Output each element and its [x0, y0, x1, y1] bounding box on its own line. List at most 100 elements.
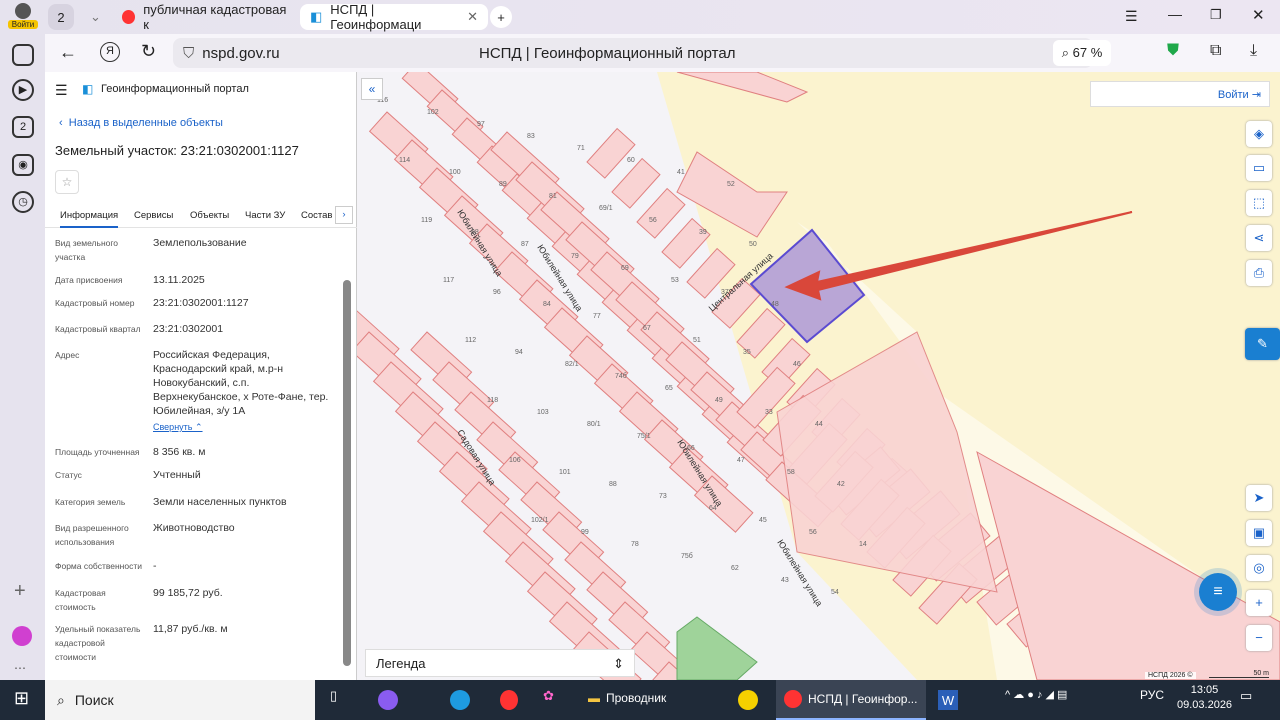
login-button[interactable]: Войти ⇥ — [1090, 81, 1270, 107]
house-number: 101 — [559, 469, 571, 476]
tab-title: НСПД | Геоинформаци — [330, 2, 422, 32]
geolocation-icon[interactable]: ◎ — [1246, 555, 1272, 581]
start-button[interactable]: ⊞ — [14, 688, 29, 709]
tabs-dropdown[interactable]: ⌄ — [80, 4, 111, 30]
word-icon[interactable]: W — [938, 690, 958, 710]
house-number: 83 — [527, 133, 535, 140]
navigate-icon[interactable]: ➤ — [1246, 485, 1272, 511]
zoom-value: 67 % — [1072, 45, 1103, 60]
search-box[interactable]: ⌕ Поиск — [45, 680, 315, 720]
sidebar-tabs-count[interactable]: 2 — [12, 116, 34, 138]
object-info-panel: ☰ ◧ Геоинформационный портал ‹ Назад в в… — [45, 72, 357, 680]
yandex-home-button[interactable]: Я — [100, 42, 120, 62]
parcel — [586, 127, 636, 179]
minimize-button[interactable]: — — [1168, 6, 1182, 22]
tabs-scroll-right-button[interactable]: › — [335, 206, 353, 224]
house-number: 53 — [671, 277, 679, 284]
house-number: 102/1 — [531, 517, 549, 524]
back-button[interactable]: ← — [59, 42, 77, 63]
field-value: Земли населенных пунктов — [153, 496, 287, 508]
portal-title: Геоинформационный портал — [101, 83, 249, 95]
taskbar-explorer[interactable]: ▬ Проводник — [588, 691, 666, 705]
house-number: 119 — [421, 217, 432, 224]
house-number: 98 — [471, 229, 479, 236]
print-icon[interactable]: ⎙ — [1246, 260, 1272, 286]
tab-nspd[interactable]: ◧ НСПД | Геоинформаци ✕ — [300, 2, 488, 32]
new-tab-button[interactable]: + — [490, 6, 512, 28]
house-number: 49 — [715, 397, 723, 404]
tab-information[interactable]: Информация — [60, 210, 119, 228]
house-number: 56 — [809, 529, 817, 536]
collapse-panel-button[interactable]: « — [361, 78, 383, 100]
url-field[interactable]: ⛉ nspd.gov.ru НСПД | Геоинформационный п… — [173, 38, 1093, 68]
field-value: Землепользование — [153, 237, 247, 249]
page-title: НСПД | Геоинформационный портал — [479, 44, 736, 62]
tab-count-button[interactable]: 2 — [48, 4, 74, 30]
close-tab-icon[interactable]: ✕ — [467, 9, 478, 25]
taskbar-browser[interactable]: НСПД | Геоинфор... — [776, 680, 926, 720]
panel-scrollbar[interactable] — [343, 280, 351, 666]
collections-icon[interactable] — [12, 44, 34, 66]
task-view-icon[interactable]: ▯ — [330, 688, 337, 704]
protect-icon[interactable]: ⛊ — [1167, 42, 1179, 60]
select-area-icon[interactable]: ⬚ — [1246, 190, 1272, 216]
zoom-indicator[interactable]: ⌕ 67 % — [1053, 40, 1111, 66]
download-icon[interactable]: ⤓ — [1250, 42, 1257, 60]
reload-button[interactable]: ↻ — [141, 41, 156, 62]
close-window-button[interactable]: ✕ — [1252, 6, 1265, 24]
extensions-icon[interactable]: ⧉ — [1210, 42, 1221, 60]
tab-services[interactable]: Сервисы — [134, 210, 173, 221]
collapse-link[interactable]: Свернуть ⌃ — [153, 420, 338, 434]
screen-icon[interactable]: ▣ — [1246, 520, 1272, 546]
house-number: 37 — [721, 289, 729, 296]
house-number: 52 — [727, 181, 735, 188]
tray-icons[interactable]: ^ ☁ ● ♪ ◢ ▤ — [1005, 688, 1067, 701]
house-number: 112 — [465, 337, 476, 344]
more-icon[interactable]: ⋯ — [14, 661, 26, 675]
house-number: 118 — [487, 397, 498, 404]
house-number: 60 — [627, 157, 635, 164]
profile-button[interactable]: Войти — [8, 3, 38, 33]
layers-icon[interactable]: ◈ — [1246, 121, 1272, 147]
screenshot-icon[interactable]: ◉ — [12, 154, 34, 176]
alice-icon[interactable] — [12, 626, 32, 646]
edge-icon[interactable] — [450, 690, 470, 710]
share-icon[interactable]: ⋖ — [1246, 225, 1272, 251]
parcel — [636, 187, 686, 239]
zoom-icon: ⌕ — [1061, 45, 1073, 60]
zoom-in-button[interactable]: + — [1246, 590, 1272, 616]
legend-dropdown[interactable]: Легенда ⇕ — [365, 649, 635, 677]
cadastral-map[interactable]: Юбилейная улица Юбилейная улицаЮбилейная … — [357, 72, 1280, 680]
alice-taskbar-icon[interactable] — [378, 690, 398, 710]
clock[interactable]: 13:05 09.03.2026 — [1177, 684, 1232, 711]
copyright: НСПД 2026 © — [1145, 672, 1196, 679]
tab-composition[interactable]: Состав — [301, 210, 332, 221]
yandex-browser-icon[interactable] — [500, 690, 518, 710]
favorite-star-button[interactable]: ☆ — [55, 170, 79, 194]
feedback-icon[interactable]: ✎ — [1245, 328, 1280, 360]
hamburger-menu-icon[interactable]: ☰ — [55, 82, 68, 99]
windows-taskbar: ⊞ ⌕ Поиск ▯ ✿ ▬ Проводник НСПД | Геоинфор.… — [0, 680, 1280, 720]
language-indicator[interactable]: РУС — [1140, 688, 1164, 702]
back-to-selected-link[interactable]: ‹ Назад в выделенные объекты — [59, 117, 223, 129]
tab-objects[interactable]: Объекты — [190, 210, 229, 221]
history-icon[interactable]: ◷ — [12, 191, 34, 213]
add-panel-icon[interactable]: + — [14, 580, 26, 603]
house-number: 14 — [859, 541, 867, 548]
app-yellow-icon[interactable] — [738, 690, 758, 710]
play-icon[interactable]: ▶ — [12, 79, 34, 101]
field-value: - — [153, 560, 157, 572]
tab-yandex-search[interactable]: публичная кадастровая к — [112, 2, 297, 32]
house-number: 106 — [509, 457, 521, 464]
tab-parts[interactable]: Части ЗУ — [245, 210, 285, 221]
ruler-icon[interactable]: ▭ — [1246, 155, 1272, 181]
app-icon[interactable]: ✿ — [543, 688, 554, 704]
restore-button[interactable]: ❐ — [1210, 7, 1222, 23]
collapse-text: Свернуть — [153, 422, 193, 432]
map-view[interactable]: Юбилейная улица Юбилейная улица Юбилейная … — [357, 72, 1280, 680]
house-number: 79 — [571, 253, 579, 260]
zoom-out-button[interactable]: − — [1246, 625, 1272, 651]
notifications-icon[interactable]: ▭ — [1240, 688, 1252, 704]
menu-icon[interactable]: ☰ — [1125, 8, 1138, 25]
chat-button[interactable]: ≡ — [1199, 573, 1237, 611]
